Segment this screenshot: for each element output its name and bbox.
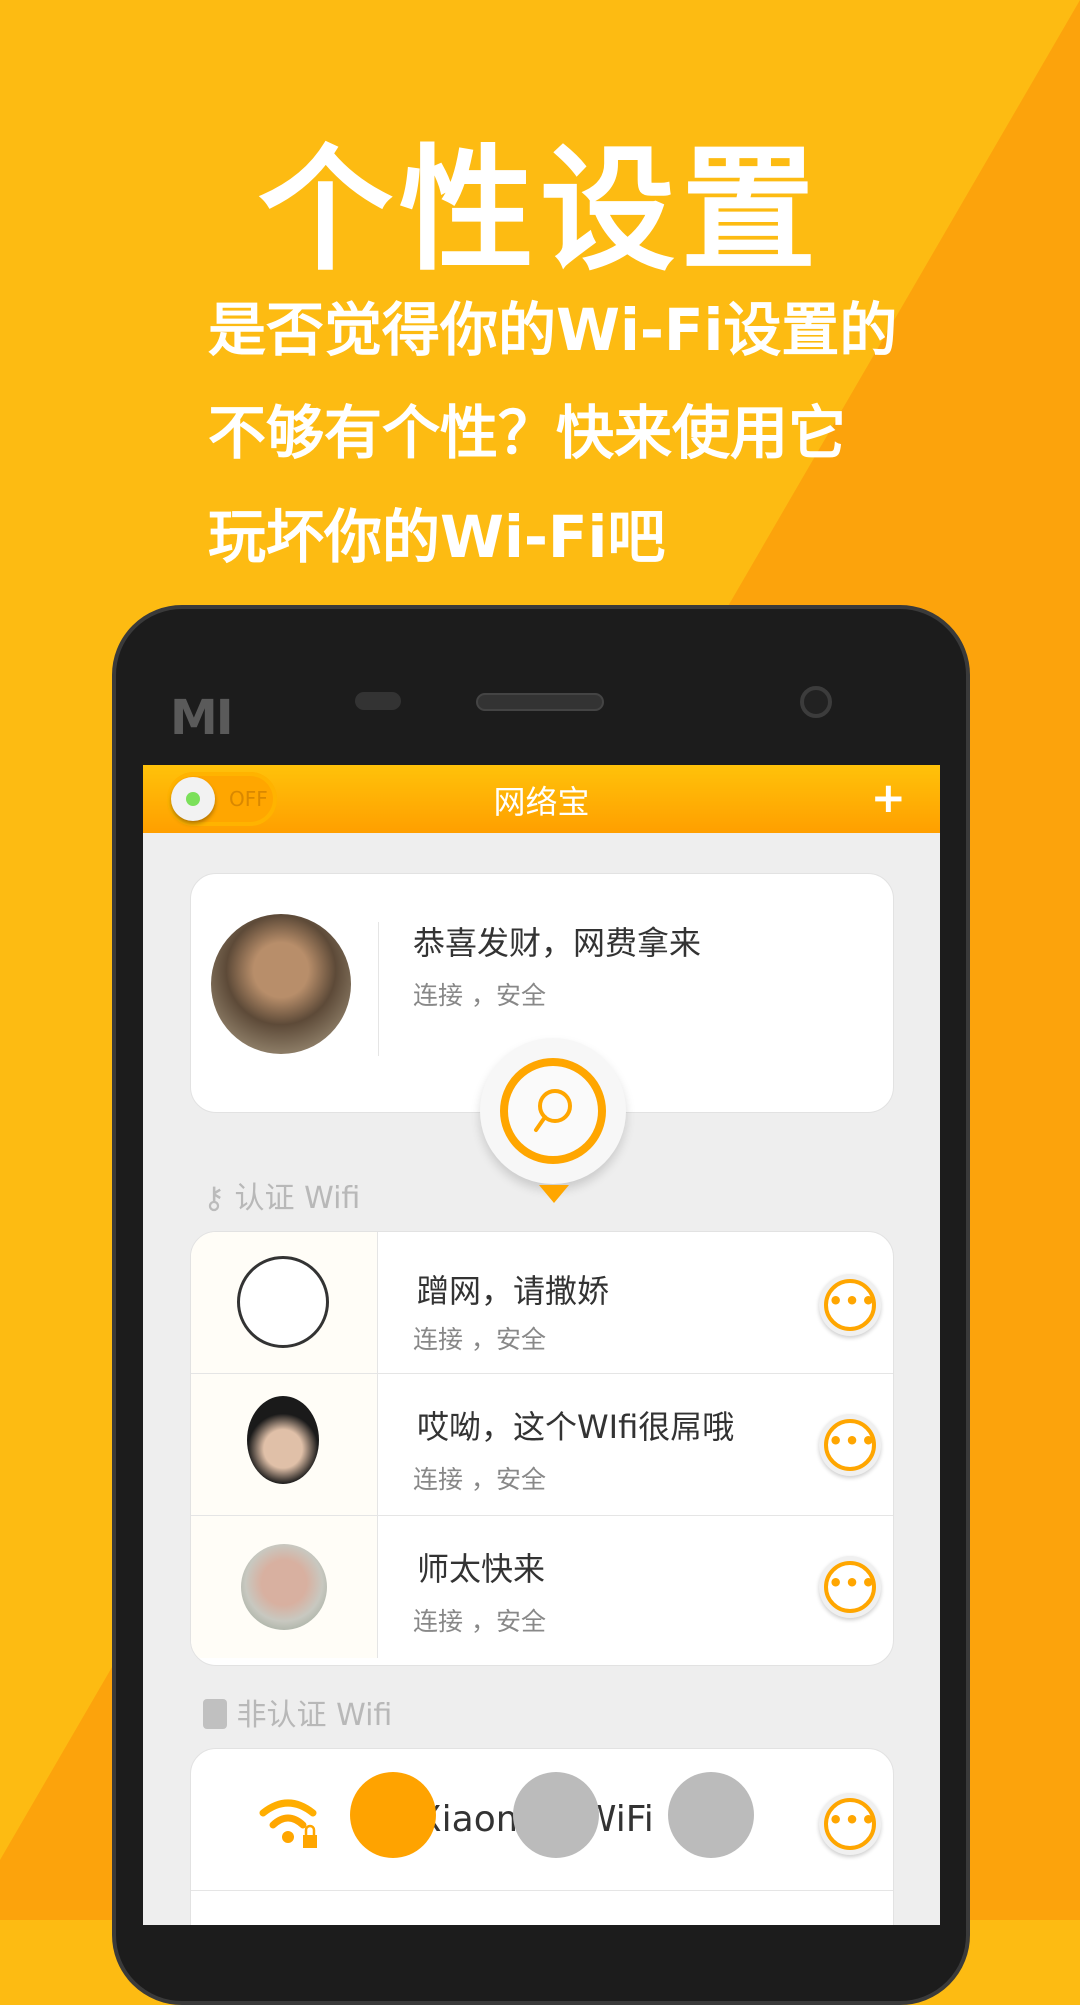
promo-line: 不够有个性？快来使用它: [208, 399, 847, 467]
network-status: 连接 ，安全: [413, 1465, 546, 1494]
avatar: [237, 1256, 329, 1348]
network-name: 师太快来: [417, 1550, 546, 1588]
promo-line: 是否觉得你的Wi-Fi设置的: [208, 296, 898, 364]
section-certified: ⚷ 认证 Wifi: [203, 1173, 360, 1217]
more-button[interactable]: •••: [819, 1793, 881, 1855]
brand-logo: MI: [170, 690, 234, 746]
list-item[interactable]: 哎呦，这个WIfi很屌哦 连接 ，安全 •••: [191, 1374, 893, 1516]
app-screen: OFF 网络宝 + 恭喜发财，网费拿来 连接 ，安全 ⚷ 认证 Wifi 蹭网，…: [143, 765, 940, 1925]
page-indicator-dot[interactable]: [513, 1772, 599, 1858]
pin-tip: [539, 1185, 569, 1203]
page-indicator-dot[interactable]: [668, 1772, 754, 1858]
key-icon: ⚷: [203, 1181, 225, 1216]
avatar-column: [191, 1516, 378, 1658]
more-button[interactable]: •••: [819, 1274, 881, 1336]
section-uncertified: 非认证 Wifi: [203, 1690, 392, 1734]
avatar: [241, 1544, 327, 1630]
more-icon: •••: [824, 1419, 876, 1471]
app-title: 网络宝: [493, 783, 590, 821]
scan-button[interactable]: [480, 1038, 626, 1184]
list-item[interactable]: 蹭网，请撒娇 连接 ，安全 •••: [191, 1232, 893, 1374]
network-name: 恭喜发财，网费拿来: [413, 924, 702, 962]
avatar: [211, 914, 351, 1054]
search-icon: [500, 1058, 606, 1164]
promo-line: 玩坏你的Wi-Fi吧: [208, 503, 666, 571]
list-item[interactable]: 师太快来 连接 ，安全 •••: [191, 1516, 893, 1658]
speaker-grille: [476, 693, 604, 711]
network-name: 蹭网，请撒娇: [417, 1272, 610, 1310]
section-label: 非认证 Wifi: [236, 1698, 393, 1733]
divider: [378, 922, 379, 1056]
page-indicator-dot-active[interactable]: [350, 1772, 436, 1858]
promo-headline: 个性设置: [258, 132, 822, 289]
plus-icon[interactable]: +: [871, 773, 906, 822]
lock-icon: [203, 1699, 227, 1729]
avatar-column: [191, 1232, 378, 1373]
sensor: [355, 692, 401, 710]
network-status: 连接 ，安全: [413, 1607, 546, 1636]
section-label: 认证 Wifi: [234, 1181, 361, 1216]
more-icon: •••: [824, 1279, 876, 1331]
avatar: [247, 1396, 319, 1484]
more-icon: •••: [824, 1561, 876, 1613]
app-bar: OFF 网络宝 +: [143, 765, 940, 833]
network-name: 哎呦，这个WIfi很屌哦: [417, 1408, 735, 1446]
more-button[interactable]: •••: [819, 1414, 881, 1476]
certified-list: 蹭网，请撒娇 连接 ，安全 ••• 哎呦，这个WIfi很屌哦 连接 ，安全 ••…: [190, 1231, 894, 1666]
front-camera: [800, 686, 832, 718]
avatar-column: [191, 1374, 378, 1515]
network-status: 连接 ，安全: [413, 1325, 546, 1354]
more-icon: •••: [824, 1798, 876, 1850]
more-button[interactable]: •••: [819, 1556, 881, 1618]
wifi-lock-icon: [259, 1799, 317, 1848]
network-status: 连接 ，安全: [413, 981, 546, 1010]
